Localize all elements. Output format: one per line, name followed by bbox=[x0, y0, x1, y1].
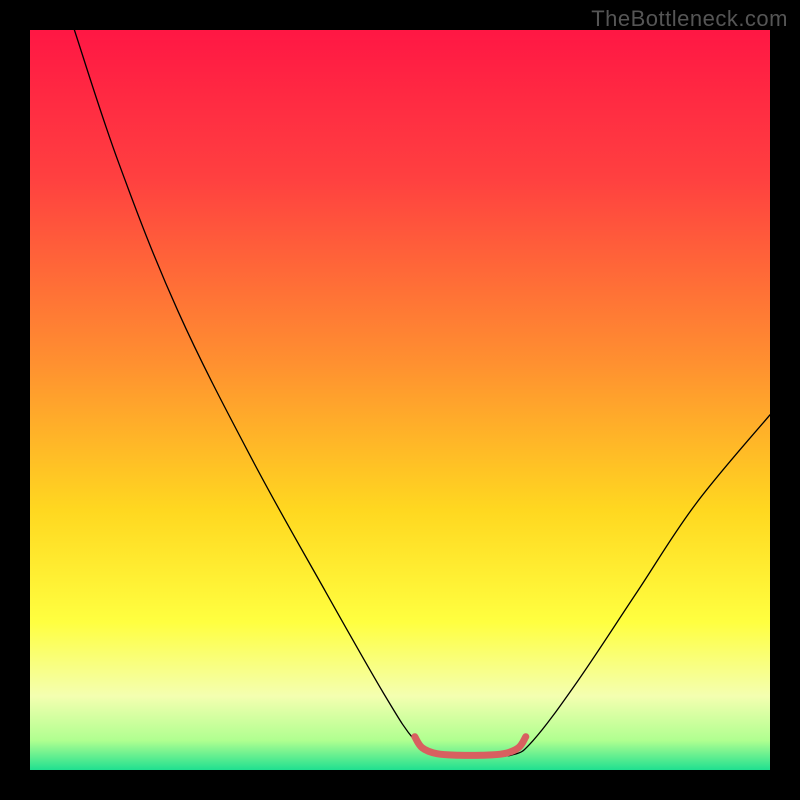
chart-background bbox=[30, 30, 770, 770]
chart-plot-area bbox=[30, 30, 770, 770]
chart-svg bbox=[30, 30, 770, 770]
watermark-label: TheBottleneck.com bbox=[591, 6, 788, 32]
chart-frame: TheBottleneck.com bbox=[0, 0, 800, 800]
